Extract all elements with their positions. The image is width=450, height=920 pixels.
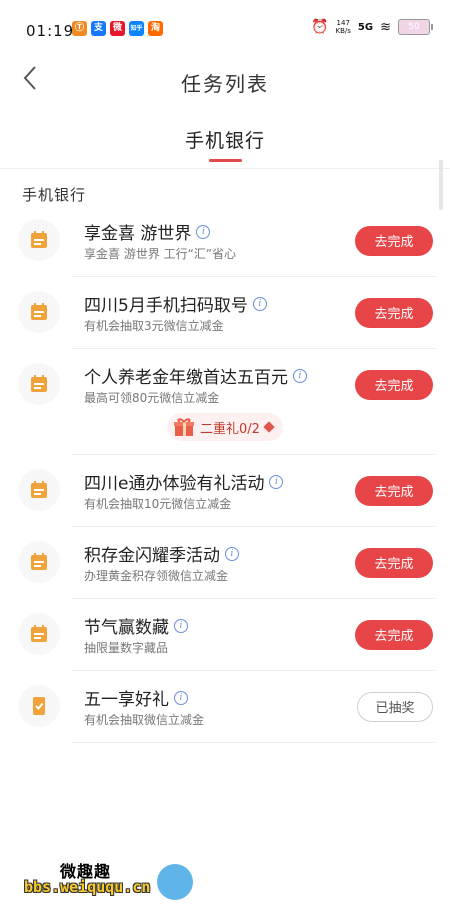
drawn-button[interactable]: 已抽奖 xyxy=(357,692,433,722)
tab-indicator xyxy=(209,159,242,162)
calendar-icon xyxy=(18,613,60,655)
header: 任务列表 xyxy=(0,60,450,104)
go-complete-button[interactable]: 去完成 xyxy=(355,548,433,578)
task-name: 积存金闪耀季活动 i xyxy=(84,541,239,566)
info-icon[interactable]: i xyxy=(174,690,188,705)
go-complete-button[interactable]: 去完成 xyxy=(355,620,433,650)
task-item: 积存金闪耀季活动 i 办理黄金积存领微信立减金 去完成 xyxy=(0,527,450,599)
watermark-logo-icon xyxy=(157,864,193,900)
info-icon[interactable]: i xyxy=(225,546,239,561)
task-name: 个人养老金年缴首达五百元 i xyxy=(84,363,307,388)
app-icon-2: 支 xyxy=(91,21,106,36)
gift-label: 二重礼0/2 xyxy=(200,421,260,437)
task-desc: 有机会抽取微信立减金 xyxy=(84,713,205,727)
task-desc: 有机会抽取10元微信立减金 xyxy=(84,497,232,511)
task-item: 节气赢数藏 i 抽限量数字藏品 去完成 xyxy=(0,599,450,671)
scrollbar[interactable] xyxy=(439,160,443,210)
divider xyxy=(72,742,436,743)
task-item: 五一享好礼 i 有机会抽取微信立减金 已抽奖 xyxy=(0,671,450,743)
task-name: 四川5月手机扫码取号 i xyxy=(84,291,267,316)
calendar-icon xyxy=(18,291,60,333)
task-desc: 享金喜 游世界 工行“汇”省心 xyxy=(84,247,237,261)
net-speed: 147 KB/s xyxy=(335,19,351,35)
gift-icon xyxy=(174,418,194,436)
calendar-icon xyxy=(18,469,60,511)
task-item: 四川e通办体验有礼活动 i 有机会抽取10元微信立减金 去完成 xyxy=(0,455,450,527)
section-title: 手机银行 xyxy=(22,186,87,204)
task-item: 个人养老金年缴首达五百元 i 最高可领80元微信立减金 去完成 xyxy=(0,349,450,417)
task-name: 五一享好礼 i xyxy=(84,685,188,710)
gift-progress-pill[interactable]: 二重礼0/2 xyxy=(167,413,283,441)
task-desc: 抽限量数字藏品 xyxy=(84,641,169,655)
task-list: 享金喜 游世界 i 享金喜 游世界 工行“汇”省心 去完成 四川5月手机扫码取号 i… xyxy=(0,205,450,743)
notification-icons: Ⓣ 支 微 知乎 淘 xyxy=(72,21,163,36)
diamond-icon xyxy=(263,421,275,433)
go-complete-button[interactable]: 去完成 xyxy=(355,370,433,400)
system-icons: ⏰ 147 KB/s 5G ≋ 50 xyxy=(311,19,433,35)
go-complete-button[interactable]: 去完成 xyxy=(355,298,433,328)
go-complete-button[interactable]: 去完成 xyxy=(355,226,433,256)
info-icon[interactable]: i xyxy=(269,474,284,489)
info-icon[interactable]: i xyxy=(293,368,307,383)
tab-mobile-banking[interactable]: 手机银行 xyxy=(0,126,450,153)
task-item: 四川5月手机扫码取号 i 有机会抽取3元微信立减金 去完成 xyxy=(0,277,450,349)
tab-bar: 手机银行 xyxy=(0,118,450,169)
app-icon-1: Ⓣ xyxy=(72,21,87,36)
task-item: 享金喜 游世界 i 享金喜 游世界 工行“汇”省心 去完成 xyxy=(0,205,450,277)
wifi-icon: ≋ xyxy=(380,19,391,35)
calendar-icon xyxy=(18,541,60,583)
app-icon-5: 淘 xyxy=(148,21,163,36)
task-name: 享金喜 游世界 i xyxy=(84,219,211,244)
task-desc: 有机会抽取3元微信立减金 xyxy=(84,319,224,333)
info-icon[interactable]: i xyxy=(252,296,267,311)
calendar-icon xyxy=(18,219,60,261)
task-desc: 最高可领80元微信立减金 xyxy=(84,391,220,405)
task-name: 节气赢数藏 i xyxy=(84,613,188,638)
task-name: 四川e通办体验有礼活动 i xyxy=(84,469,284,494)
app-icon-3: 微 xyxy=(110,21,125,36)
task-desc: 办理黄金积存领微信立减金 xyxy=(84,569,229,583)
info-icon[interactable]: i xyxy=(174,618,188,633)
page-title: 任务列表 xyxy=(181,72,269,96)
watermark-url: bbs.weiququ.cn xyxy=(24,878,151,896)
watermark: 微趣趣 bbs.weiququ.cn xyxy=(24,858,214,908)
signal-icon: 5G xyxy=(357,21,374,33)
status-time: 01:19 xyxy=(26,22,75,40)
status-bar: 01:19 Ⓣ 支 微 知乎 淘 ⏰ 147 KB/s 5G ≋ 50 xyxy=(0,0,450,60)
go-complete-button[interactable]: 去完成 xyxy=(355,476,433,506)
gift-row: 二重礼0/2 xyxy=(0,413,450,455)
battery-icon: 50 xyxy=(398,19,433,35)
info-icon[interactable]: i xyxy=(196,224,211,239)
calendar-icon xyxy=(18,363,60,405)
phone-check-icon xyxy=(18,685,60,727)
alarm-icon: ⏰ xyxy=(311,19,329,35)
app-icon-4: 知乎 xyxy=(129,21,144,36)
